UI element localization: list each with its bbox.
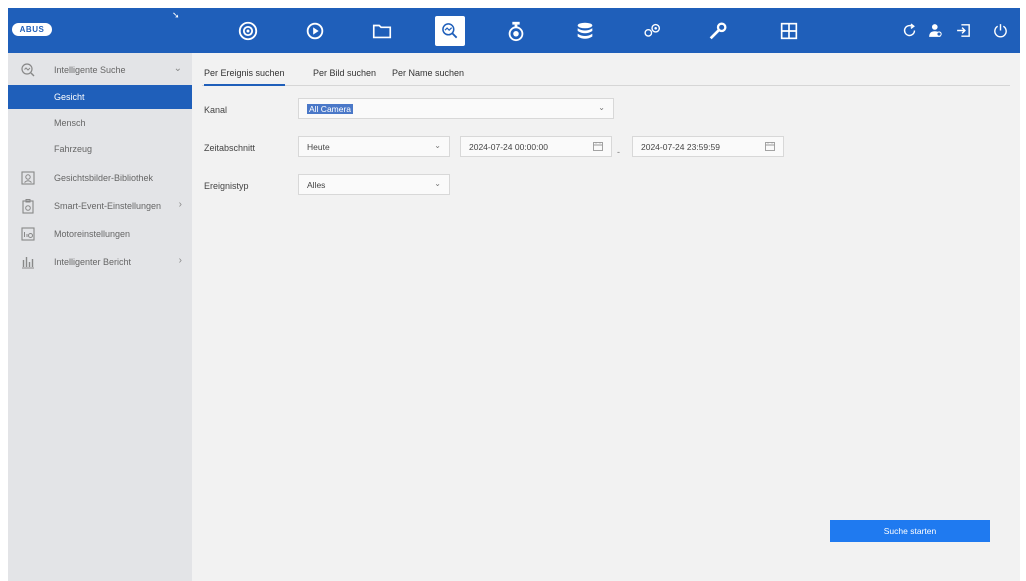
refresh-icon[interactable]	[899, 20, 919, 40]
date-range-separator: -	[617, 147, 620, 157]
ptz-camera-icon[interactable]	[499, 8, 533, 53]
mouse-cursor-icon: ➘	[172, 10, 180, 20]
ereignistyp-label: Ereignistyp	[204, 181, 249, 191]
calendar-icon[interactable]	[765, 141, 775, 151]
sidebar-sub-fahrzeug[interactable]: Fahrzeug	[8, 137, 192, 161]
ereignistyp-value: Alles	[307, 180, 326, 190]
sidebar: Intelligente Suche ⌄ Gesicht Mensch Fahr…	[8, 53, 192, 581]
kanal-select[interactable]: All Camera ⌄	[298, 98, 614, 119]
camera-icon[interactable]	[231, 8, 265, 53]
chevron-down-icon: ⌄	[434, 179, 441, 188]
chevron-right-icon: ›	[178, 255, 182, 266]
sidebar-sub-mensch[interactable]: Mensch	[8, 111, 192, 135]
sidebar-item-label: Smart-Event-Einstellungen	[54, 201, 162, 211]
end-datetime-field[interactable]: 2024-07-24 23:59:59	[632, 136, 784, 157]
ereignistyp-select[interactable]: Alles ⌄	[298, 174, 450, 195]
sidebar-item-label: Motoreinstellungen	[54, 229, 131, 239]
search-tabs: Per Ereignis suchen Per Bild suchen Per …	[202, 66, 1010, 86]
sidebar-item-intelligente-suche[interactable]: Intelligente Suche ⌄	[8, 57, 192, 83]
tab-per-name-suchen[interactable]: Per Name suchen	[392, 68, 464, 86]
sidebar-item-label: Intelligente Suche	[54, 65, 126, 75]
smart-search-active-box	[435, 15, 465, 46]
sidebar-item-intelligenter-bericht[interactable]: Intelligenter Bericht ›	[8, 249, 192, 275]
tab-per-ereignis-suchen[interactable]: Per Ereignis suchen	[204, 68, 285, 86]
app-window: ABUS ➘ Intelligente Suche ⌄ Gesicht Mens…	[8, 8, 1020, 581]
user-icon[interactable]	[925, 20, 945, 40]
sidebar-item-label: Intelligenter Bericht	[54, 257, 132, 267]
chevron-down-icon: ⌄	[598, 103, 605, 112]
kanal-value: All Camera	[307, 104, 354, 114]
sidebar-sub-gesicht[interactable]: Gesicht	[8, 85, 192, 109]
sidebar-item-motoreinstellungen[interactable]: Motoreinstellungen	[8, 221, 192, 247]
report-icon	[20, 254, 36, 270]
top-toolbar: ABUS ➘	[8, 8, 1020, 53]
sidebar-item-label: Gesichtsbilder-Bibliothek	[54, 173, 154, 183]
playback-icon[interactable]	[298, 8, 332, 53]
smart-search-icon	[20, 62, 36, 78]
start-datetime-value: 2024-07-24 00:00:00	[469, 142, 548, 152]
power-icon[interactable]	[990, 20, 1010, 40]
storage-icon[interactable]	[568, 8, 602, 53]
zeitabschnitt-value: Heute	[307, 142, 330, 152]
motor-icon	[20, 226, 36, 242]
face-library-icon	[20, 170, 36, 186]
end-datetime-value: 2024-07-24 23:59:59	[641, 142, 720, 152]
sidebar-item-smart-event-einstellungen[interactable]: Smart-Event-Einstellungen ›	[8, 193, 192, 219]
smart-event-icon	[20, 198, 36, 214]
start-datetime-field[interactable]: 2024-07-24 00:00:00	[460, 136, 612, 157]
maintenance-icon[interactable]	[701, 8, 735, 53]
layout-icon[interactable]	[772, 8, 806, 53]
sidebar-sub-label: Mensch	[54, 118, 86, 128]
sidebar-item-gesichtsbilder-bibliothek[interactable]: Gesichtsbilder-Bibliothek	[8, 165, 192, 191]
kanal-label: Kanal	[204, 105, 228, 115]
sidebar-sub-label: Gesicht	[54, 92, 85, 102]
sidebar-sub-label: Fahrzeug	[54, 144, 93, 154]
chevron-down-icon: ⌄	[434, 141, 441, 150]
abus-logo: ABUS	[12, 23, 52, 36]
tab-per-bild-suchen[interactable]: Per Bild suchen	[313, 68, 376, 86]
start-search-button[interactable]: Suche starten	[830, 520, 990, 542]
logout-icon[interactable]	[953, 20, 973, 40]
chevron-down-icon: ⌄	[173, 63, 182, 74]
zeitabschnitt-label: Zeitabschnitt	[204, 143, 256, 153]
smart-search-icon[interactable]	[433, 8, 467, 53]
zeitabschnitt-select[interactable]: Heute ⌄	[298, 136, 450, 157]
folder-icon[interactable]	[365, 8, 399, 53]
chevron-right-icon: ›	[178, 199, 182, 210]
settings-icon[interactable]	[635, 8, 669, 53]
calendar-icon[interactable]	[593, 141, 603, 151]
